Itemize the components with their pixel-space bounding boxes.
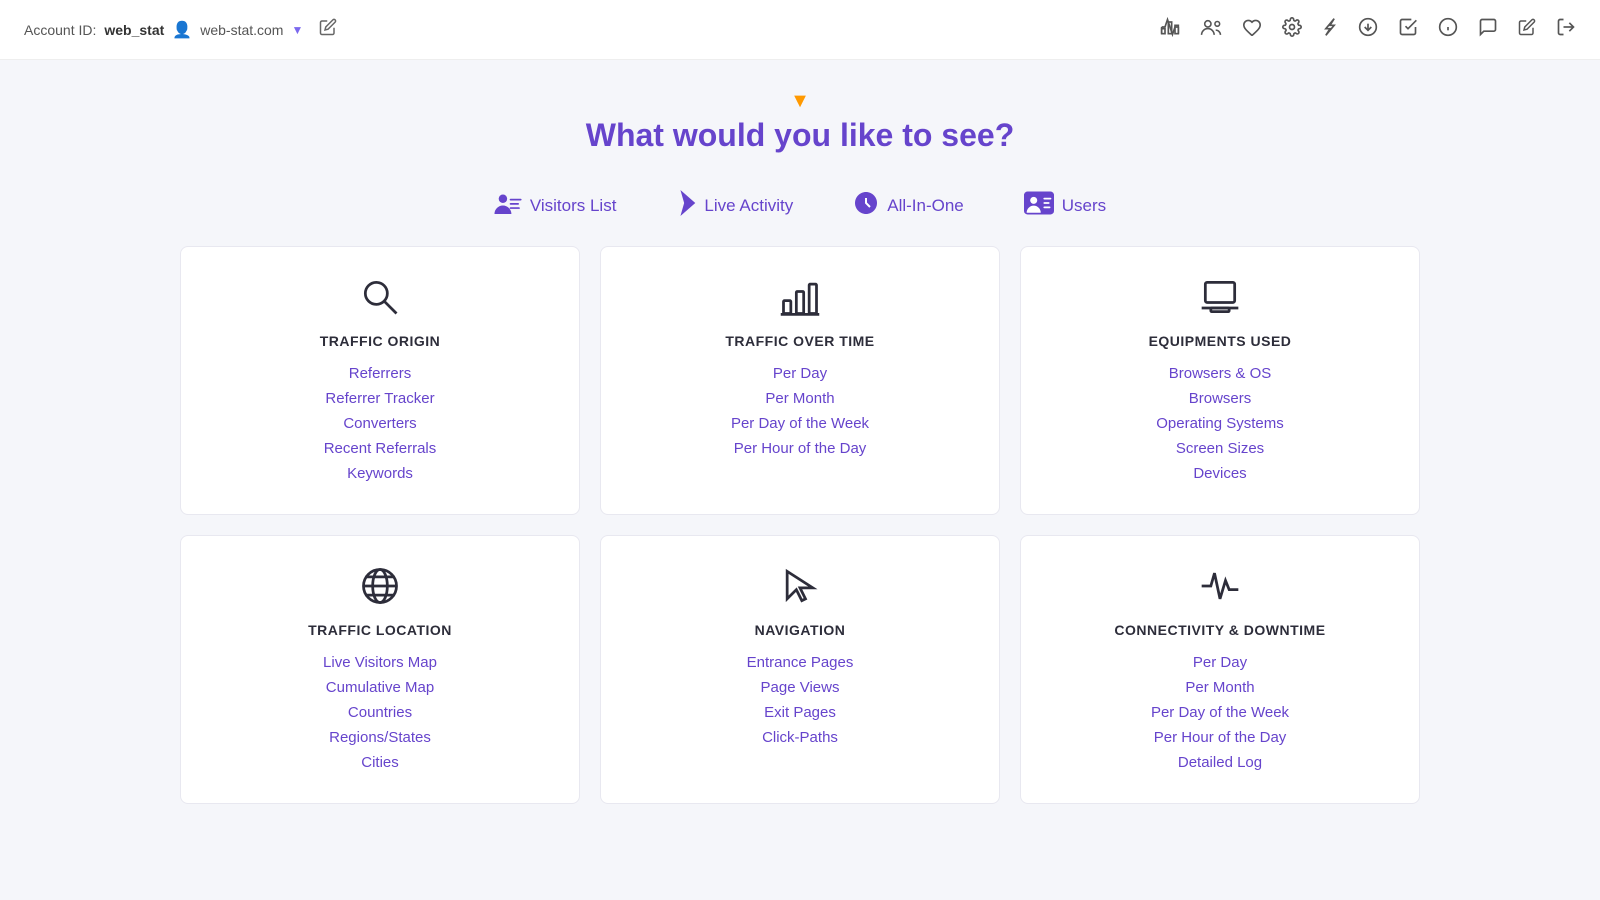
chart-bar-icon xyxy=(621,275,979,319)
card-traffic-time: TRAFFIC OVER TIME Per Day Per Month Per … xyxy=(600,246,1000,515)
comment-icon[interactable] xyxy=(1478,17,1498,42)
link-per-month[interactable]: Per Month xyxy=(621,388,979,409)
live-activity-icon xyxy=(676,190,696,222)
link-exit-pages[interactable]: Exit Pages xyxy=(621,702,979,723)
account-id: web_stat xyxy=(104,22,164,38)
hero-title: What would you like to see? xyxy=(0,117,1600,154)
tab-users[interactable]: Users xyxy=(1024,190,1106,222)
link-per-day-week[interactable]: Per Day of the Week xyxy=(621,413,979,434)
nav-tabs: Visitors List Live Activity All-In-One U… xyxy=(0,190,1600,222)
tab-visitors-list[interactable]: Visitors List xyxy=(494,190,617,222)
link-regions-states[interactable]: Regions/States xyxy=(201,727,559,748)
all-in-one-icon xyxy=(853,190,879,222)
hero-section: ▼ What would you like to see? xyxy=(0,60,1600,174)
link-operating-systems[interactable]: Operating Systems xyxy=(1041,413,1399,434)
link-recent-referrals[interactable]: Recent Referrals xyxy=(201,438,559,459)
link-page-views[interactable]: Page Views xyxy=(621,677,979,698)
link-cumulative-map[interactable]: Cumulative Map xyxy=(201,677,559,698)
link-entrance-pages[interactable]: Entrance Pages xyxy=(621,652,979,673)
link-browsers[interactable]: Browsers xyxy=(1041,388,1399,409)
link-browsers-os[interactable]: Browsers & OS xyxy=(1041,363,1399,384)
info-icon[interactable] xyxy=(1438,17,1458,42)
edit-icon[interactable] xyxy=(1518,18,1536,41)
link-live-visitors-map[interactable]: Live Visitors Map xyxy=(201,652,559,673)
search-icon xyxy=(201,275,559,319)
tab-users-label: Users xyxy=(1062,196,1106,216)
laptop-icon xyxy=(1041,275,1399,319)
tab-live-activity-label: Live Activity xyxy=(704,196,793,216)
download-icon[interactable] xyxy=(1358,17,1378,42)
card-traffic-location-title: TRAFFIC LOCATION xyxy=(201,622,559,638)
card-connectivity-links: Per Day Per Month Per Day of the Week Pe… xyxy=(1041,652,1399,773)
link-devices[interactable]: Devices xyxy=(1041,463,1399,484)
card-traffic-origin-title: TRAFFIC ORIGIN xyxy=(201,333,559,349)
tab-visitors-list-label: Visitors List xyxy=(530,196,617,216)
card-equipments: EQUIPMENTS USED Browsers & OS Browsers O… xyxy=(1020,246,1420,515)
card-traffic-origin: TRAFFIC ORIGIN Referrers Referrer Tracke… xyxy=(180,246,580,515)
card-traffic-location: TRAFFIC LOCATION Live Visitors Map Cumul… xyxy=(180,535,580,804)
card-equipments-links: Browsers & OS Browsers Operating Systems… xyxy=(1041,363,1399,484)
link-referrer-tracker[interactable]: Referrer Tracker xyxy=(201,388,559,409)
link-connectivity-per-month[interactable]: Per Month xyxy=(1041,677,1399,698)
card-traffic-location-links: Live Visitors Map Cumulative Map Countri… xyxy=(201,652,559,773)
card-traffic-origin-links: Referrers Referrer Tracker Converters Re… xyxy=(201,363,559,484)
cards-grid-top: TRAFFIC ORIGIN Referrers Referrer Tracke… xyxy=(180,246,1420,515)
hero-arrow-icon: ▼ xyxy=(0,90,1600,113)
link-converters[interactable]: Converters xyxy=(201,413,559,434)
cursor-icon xyxy=(621,564,979,608)
link-referrers[interactable]: Referrers xyxy=(201,363,559,384)
tab-live-activity[interactable]: Live Activity xyxy=(676,190,793,222)
lightning-icon[interactable] xyxy=(1322,17,1338,42)
card-navigation-title: NAVIGATION xyxy=(621,622,979,638)
card-navigation: NAVIGATION Entrance Pages Page Views Exi… xyxy=(600,535,1000,804)
link-connectivity-per-hour-day[interactable]: Per Hour of the Day xyxy=(1041,727,1399,748)
pulse-icon xyxy=(1041,564,1399,608)
account-domain: web-stat.com xyxy=(200,22,283,38)
link-keywords[interactable]: Keywords xyxy=(201,463,559,484)
card-connectivity-title: CONNECTIVITY & DOWNTIME xyxy=(1041,622,1399,638)
account-icon: 👤 xyxy=(172,20,192,40)
link-per-day[interactable]: Per Day xyxy=(621,363,979,384)
card-equipments-title: EQUIPMENTS USED xyxy=(1041,333,1399,349)
users-icon xyxy=(1024,191,1054,221)
header-right xyxy=(1160,17,1576,42)
gear-icon[interactable] xyxy=(1282,17,1302,42)
link-connectivity-per-day-week[interactable]: Per Day of the Week xyxy=(1041,702,1399,723)
header-left: Account ID: web_stat 👤 web-stat.com ▼ xyxy=(24,18,337,41)
card-navigation-links: Entrance Pages Page Views Exit Pages Cli… xyxy=(621,652,979,748)
card-traffic-time-links: Per Day Per Month Per Day of the Week Pe… xyxy=(621,363,979,459)
tab-all-in-one-label: All-In-One xyxy=(887,196,964,216)
analytics-icon[interactable] xyxy=(1160,17,1180,42)
link-countries[interactable]: Countries xyxy=(201,702,559,723)
globe-icon xyxy=(201,564,559,608)
edit-header-icon[interactable] xyxy=(319,18,337,41)
heart-icon[interactable] xyxy=(1242,18,1262,41)
link-connectivity-per-day[interactable]: Per Day xyxy=(1041,652,1399,673)
link-click-paths[interactable]: Click-Paths xyxy=(621,727,979,748)
header: Account ID: web_stat 👤 web-stat.com ▼ xyxy=(0,0,1600,60)
link-cities[interactable]: Cities xyxy=(201,752,559,773)
tab-all-in-one[interactable]: All-In-One xyxy=(853,190,964,222)
checkbox-icon[interactable] xyxy=(1398,17,1418,42)
group-users-icon[interactable] xyxy=(1200,17,1222,42)
cards-grid-bottom: TRAFFIC LOCATION Live Visitors Map Cumul… xyxy=(180,535,1420,804)
card-connectivity: CONNECTIVITY & DOWNTIME Per Day Per Mont… xyxy=(1020,535,1420,804)
logout-icon[interactable] xyxy=(1556,17,1576,42)
main-content: TRAFFIC ORIGIN Referrers Referrer Tracke… xyxy=(0,246,1600,804)
account-label: Account ID: xyxy=(24,22,96,38)
card-traffic-time-title: TRAFFIC OVER TIME xyxy=(621,333,979,349)
link-screen-sizes[interactable]: Screen Sizes xyxy=(1041,438,1399,459)
link-per-hour-day[interactable]: Per Hour of the Day xyxy=(621,438,979,459)
visitors-list-icon xyxy=(494,192,522,220)
dropdown-arrow-icon[interactable]: ▼ xyxy=(291,23,303,37)
link-detailed-log[interactable]: Detailed Log xyxy=(1041,752,1399,773)
